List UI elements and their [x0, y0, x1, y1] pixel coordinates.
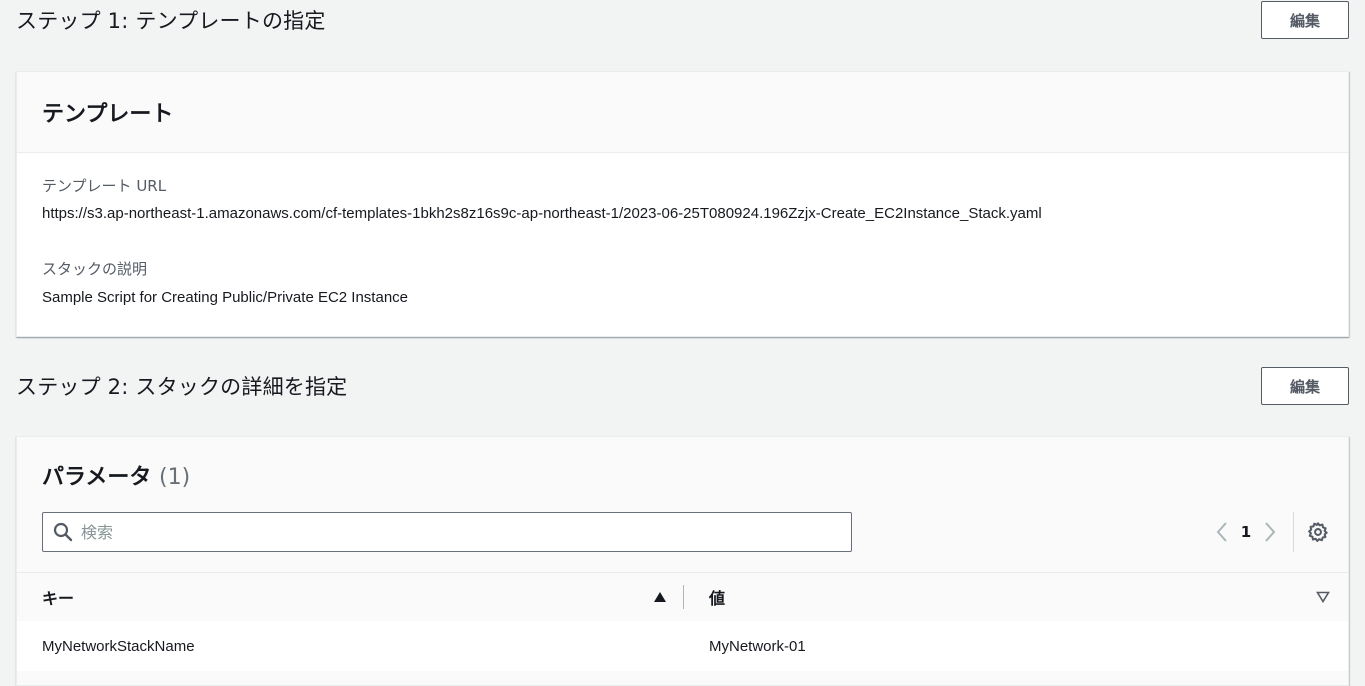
- step1-edit-button[interactable]: 編集: [1261, 1, 1349, 39]
- template-card-header: テンプレート: [17, 72, 1348, 153]
- gear-icon[interactable]: [1304, 512, 1332, 552]
- parameters-card: パラメータ (1) 1 キー: [16, 436, 1349, 686]
- parameters-count: (1): [159, 465, 191, 490]
- column-key[interactable]: キー: [17, 585, 683, 609]
- step1-header: ステップ 1: テンプレートの指定 編集: [16, 0, 1349, 40]
- param-value: MyNetwork-01: [709, 637, 806, 655]
- template-card-title: テンプレート: [42, 102, 174, 127]
- pagination: 1: [1205, 512, 1332, 552]
- parameters-title: パラメータ: [42, 465, 152, 490]
- caret-down-outline-icon: [1316, 591, 1330, 603]
- template-card: テンプレート テンプレート URL https://s3.ap-northeas…: [16, 71, 1349, 337]
- step2-header: ステップ 2: スタックの詳細を指定 編集: [16, 365, 1349, 407]
- table-row: MyNetworkStackName MyNetwork-01: [17, 621, 1348, 671]
- chevron-right-icon[interactable]: [1253, 512, 1287, 552]
- param-key: MyNetworkStackName: [42, 637, 195, 655]
- parameters-card-header: パラメータ (1): [42, 459, 190, 491]
- column-value-label: 値: [709, 589, 726, 608]
- parameters-heading: パラメータ (1): [42, 459, 190, 491]
- page-number[interactable]: 1: [1239, 523, 1253, 541]
- step1-title: ステップ 1: テンプレートの指定: [16, 9, 326, 33]
- stack-description-label: スタックの説明: [42, 260, 148, 278]
- column-value[interactable]: 値: [684, 585, 1348, 609]
- chevron-left-icon[interactable]: [1205, 512, 1239, 552]
- template-url-value: https://s3.ap-northeast-1.amazonaws.com/…: [42, 205, 1042, 222]
- step2-title: ステップ 2: スタックの詳細を指定: [16, 375, 348, 399]
- search-input[interactable]: [81, 522, 851, 542]
- column-key-label: キー: [42, 589, 75, 608]
- caret-up-icon: [653, 591, 667, 603]
- pager-divider: [1293, 512, 1294, 552]
- search-icon: [53, 522, 73, 542]
- template-url-label: テンプレート URL: [42, 177, 167, 195]
- parameters-table-header: キー 値: [17, 572, 1348, 622]
- stack-description-value: Sample Script for Creating Public/Privat…: [42, 289, 408, 306]
- step2-edit-button[interactable]: 編集: [1261, 367, 1349, 405]
- parameter-search[interactable]: [42, 512, 852, 552]
